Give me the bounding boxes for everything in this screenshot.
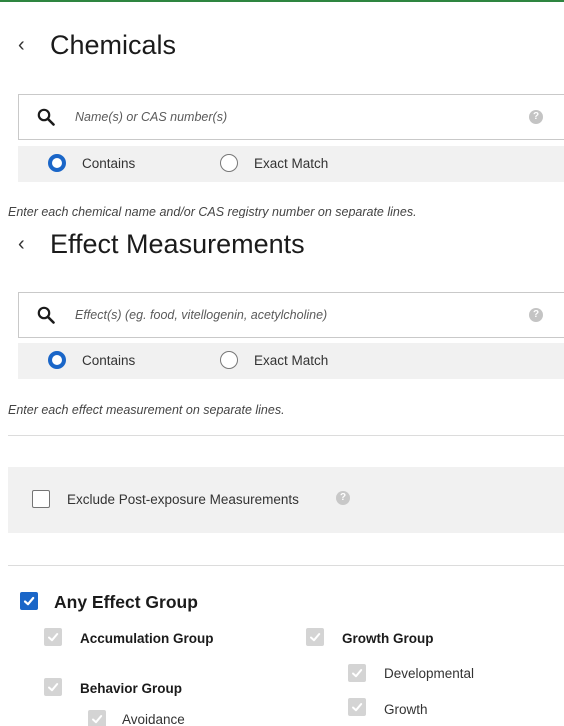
growth-group-label[interactable]: Growth Group: [342, 631, 434, 646]
effects-title: Effect Measurements: [50, 229, 305, 259]
growth-label[interactable]: Growth: [384, 702, 428, 717]
chemicals-title: Chemicals: [50, 30, 177, 60]
growth-group-checkbox[interactable]: [306, 628, 324, 646]
check-icon: [92, 715, 103, 724]
effects-contains-radio[interactable]: [48, 351, 66, 369]
developmental-checkbox[interactable]: [348, 664, 366, 682]
accumulation-group-checkbox[interactable]: [44, 628, 62, 646]
help-icon[interactable]: ?: [336, 491, 350, 505]
exclude-post-exposure-checkbox[interactable]: [32, 490, 50, 508]
effects-search-input[interactable]: Effect(s) (eg. food, vitellogenin, acety…: [18, 292, 564, 338]
check-icon: [48, 683, 59, 692]
behavior-group-label[interactable]: Behavior Group: [80, 681, 182, 696]
accumulation-group-label[interactable]: Accumulation Group: [80, 631, 214, 646]
avoidance-checkbox[interactable]: [88, 710, 106, 726]
help-icon[interactable]: ?: [529, 110, 543, 124]
chemicals-header[interactable]: ‹ Chemicals: [18, 30, 176, 61]
behavior-group-checkbox[interactable]: [44, 678, 62, 696]
chemicals-search-placeholder: Name(s) or CAS number(s): [75, 110, 228, 124]
search-icon: [37, 108, 55, 126]
chemicals-exact-match-radio[interactable]: [220, 154, 238, 172]
chemicals-hint: Enter each chemical name and/or CAS regi…: [8, 205, 417, 218]
check-icon: [23, 596, 35, 606]
check-icon: [48, 633, 59, 642]
chevron-left-icon[interactable]: ‹: [18, 233, 32, 256]
top-accent-border: [0, 0, 564, 2]
effects-exact-match-label[interactable]: Exact Match: [254, 353, 328, 368]
chemicals-search-input[interactable]: Name(s) or CAS number(s) ?: [18, 94, 564, 140]
effects-hint: Enter each effect measurement on separat…: [8, 403, 285, 417]
check-icon: [352, 703, 363, 712]
chemicals-contains-label[interactable]: Contains: [82, 156, 135, 171]
check-icon: [310, 633, 321, 642]
any-effect-group-label[interactable]: Any Effect Group: [54, 592, 198, 613]
avoidance-label[interactable]: Avoidance: [122, 712, 185, 726]
developmental-label[interactable]: Developmental: [384, 666, 474, 681]
check-icon: [352, 669, 363, 678]
exclude-post-exposure-label[interactable]: Exclude Post-exposure Measurements: [67, 492, 299, 507]
help-icon[interactable]: ?: [529, 308, 543, 322]
any-effect-group-checkbox[interactable]: [20, 592, 38, 610]
effects-match-options: Contains Exact Match: [18, 343, 564, 379]
effects-exact-match-radio[interactable]: [220, 351, 238, 369]
exclude-post-exposure-panel: Exclude Post-exposure Measurements ?: [8, 467, 564, 533]
effects-search-placeholder: Effect(s) (eg. food, vitellogenin, acety…: [75, 308, 328, 322]
chevron-left-icon[interactable]: ‹: [18, 34, 32, 57]
chemicals-exact-match-label[interactable]: Exact Match: [254, 156, 328, 171]
chemicals-contains-radio[interactable]: [48, 154, 66, 172]
effects-contains-label[interactable]: Contains: [82, 353, 135, 368]
divider: [8, 565, 564, 566]
growth-checkbox[interactable]: [348, 698, 366, 716]
chemicals-match-options: Contains Exact Match: [18, 146, 564, 182]
effects-header[interactable]: ‹ Effect Measurements: [18, 229, 305, 260]
search-icon: [37, 306, 55, 324]
divider: [8, 435, 564, 436]
